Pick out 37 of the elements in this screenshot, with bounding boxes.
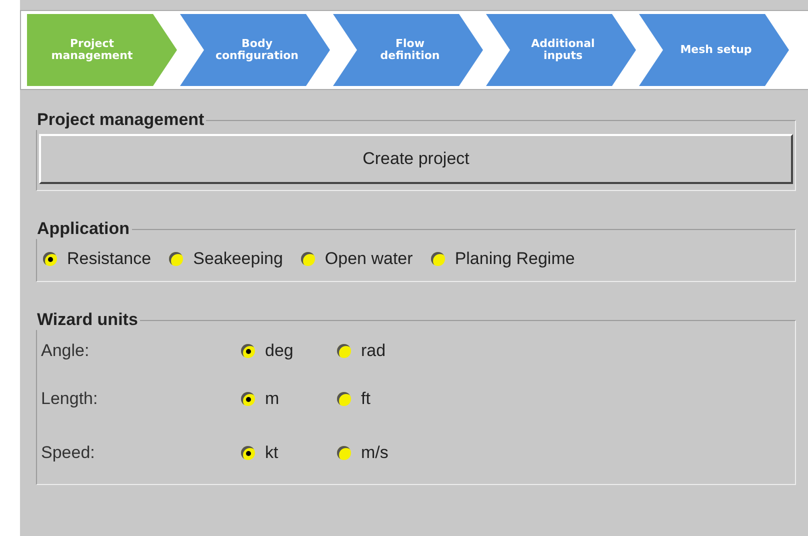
radio-option[interactable]: rad xyxy=(337,341,433,361)
radio-button[interactable] xyxy=(43,252,57,266)
create-project-button[interactable]: Create project xyxy=(39,134,793,184)
radio-label: Seakeeping xyxy=(193,249,283,269)
radio-label: m/s xyxy=(361,443,388,463)
unit-label: Length: xyxy=(41,389,99,409)
radio-button[interactable] xyxy=(337,344,351,358)
group-title: Application xyxy=(36,219,131,239)
radio-label: m xyxy=(265,389,280,409)
radio-option[interactable]: kt xyxy=(241,443,337,463)
radio-option[interactable]: ft xyxy=(337,389,433,409)
radio-button[interactable] xyxy=(241,392,255,406)
unit-label: Angle: xyxy=(41,341,90,361)
radio-button[interactable] xyxy=(169,252,184,266)
radio-label: Resistance xyxy=(67,249,152,269)
radio-label: Open water xyxy=(324,249,413,269)
radio-option[interactable]: Planing Regime xyxy=(430,249,575,269)
radio-label: deg xyxy=(265,341,294,361)
radio-option[interactable]: m xyxy=(241,389,337,409)
radio-option[interactable]: deg xyxy=(241,341,337,361)
radio-button[interactable] xyxy=(241,446,255,460)
radio-option[interactable]: Seakeeping xyxy=(169,249,283,269)
radio-label: kt xyxy=(265,443,278,463)
radio-label: rad xyxy=(361,341,386,361)
radio-label: Planing Regime xyxy=(454,249,575,269)
radio-button[interactable] xyxy=(430,252,445,266)
radio-button[interactable] xyxy=(241,344,255,358)
radio-label: ft xyxy=(361,389,370,409)
radio-button[interactable] xyxy=(337,392,351,406)
radio-button[interactable] xyxy=(337,446,351,460)
group-title: Project management xyxy=(36,110,206,130)
group-title: Wizard units xyxy=(36,310,139,330)
radio-option[interactable]: m/s xyxy=(337,443,433,463)
radio-option[interactable]: Open water xyxy=(300,249,413,269)
radio-button[interactable] xyxy=(300,252,315,266)
unit-label: Speed: xyxy=(41,443,96,463)
radio-option[interactable]: Resistance xyxy=(43,249,152,269)
